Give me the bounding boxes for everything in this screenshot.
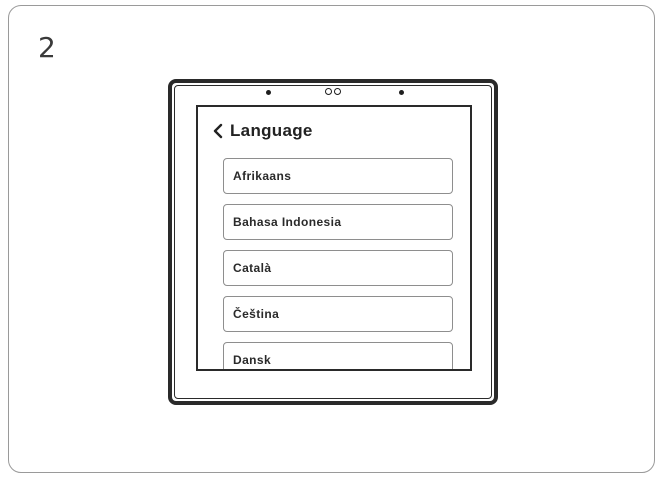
camera-icon-right — [334, 88, 341, 95]
step-number: 2 — [38, 31, 56, 64]
language-option-dansk[interactable]: Dansk — [223, 342, 453, 369]
chevron-left-icon[interactable] — [212, 123, 224, 139]
language-option-afrikaans[interactable]: Afrikaans — [223, 158, 453, 194]
screen-title: Language — [230, 121, 313, 140]
language-label: Bahasa Indonesia — [233, 215, 342, 229]
language-option-cestina[interactable]: Čeština — [223, 296, 453, 332]
language-label: Català — [233, 261, 272, 275]
language-list: Afrikaans Bahasa Indonesia Català Češtin… — [223, 158, 453, 369]
sensor-dot-left — [266, 90, 271, 95]
language-label: Afrikaans — [233, 169, 292, 183]
language-option-bahasa-indonesia[interactable]: Bahasa Indonesia — [223, 204, 453, 240]
language-label: Čeština — [233, 307, 280, 321]
language-option-catala[interactable]: Català — [223, 250, 453, 286]
sensor-dot-right — [399, 90, 404, 95]
language-label: Dansk — [233, 353, 272, 367]
camera-icon-left — [325, 88, 332, 95]
screen-header: Language — [212, 121, 313, 141]
device-screen: Language Afrikaans Bahasa Indonesia Cata… — [196, 105, 472, 371]
